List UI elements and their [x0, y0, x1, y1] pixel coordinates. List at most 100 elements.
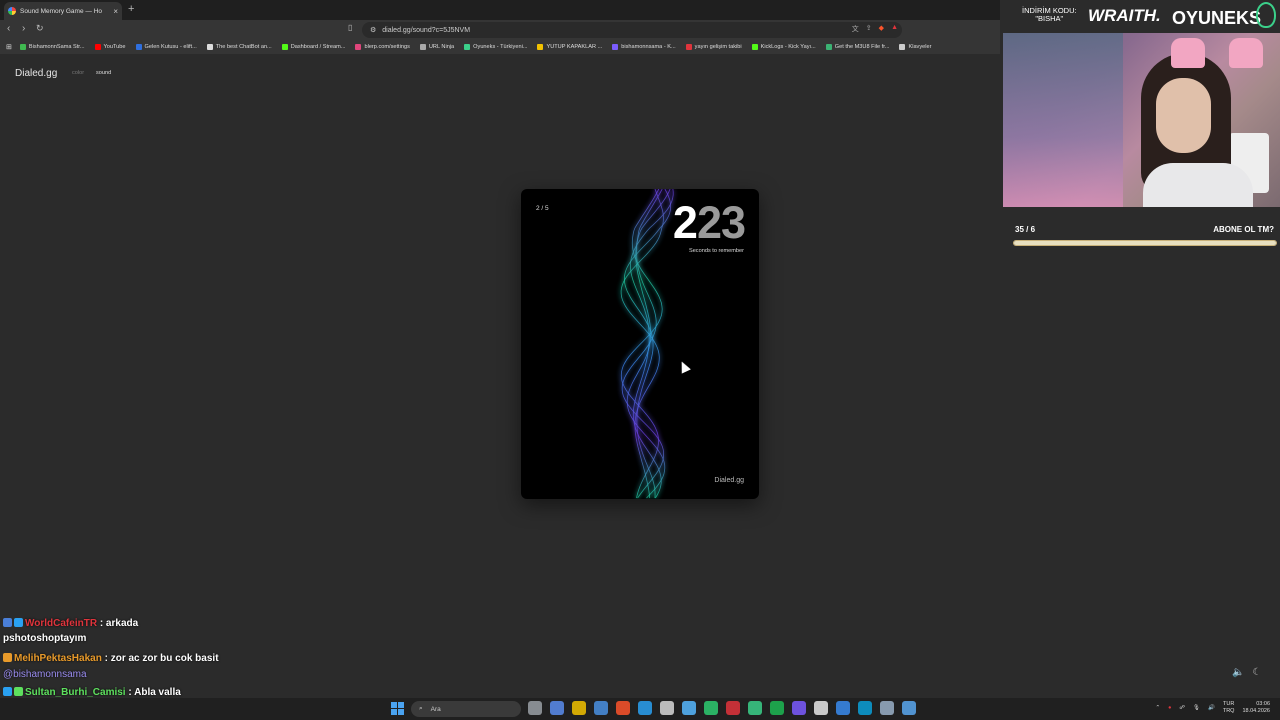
- taskbar-app-icon[interactable]: [550, 701, 564, 715]
- bookmark-item[interactable]: Gelen Kutusu - elift...: [135, 44, 197, 50]
- taskbar-app-icon[interactable]: [836, 701, 850, 715]
- new-tab-button[interactable]: +: [128, 3, 134, 15]
- network-icon[interactable]: ☍: [1179, 705, 1185, 711]
- taskbar-app-icon[interactable]: [858, 701, 872, 715]
- tray-app-icon[interactable]: ●: [1168, 705, 1171, 711]
- bookmark-item[interactable]: URL Ninja: [419, 44, 454, 50]
- chat-text: : arkada: [99, 618, 139, 629]
- apps-grid-icon[interactable]: ⊞: [6, 43, 12, 51]
- bookmark-item[interactable]: The best ChatBot an...: [206, 44, 272, 50]
- bookmark-item[interactable]: blerp.com/settings: [355, 44, 410, 50]
- start-windows-icon[interactable]: [391, 702, 404, 715]
- bookmark-favicon-icon: [537, 44, 544, 50]
- search-icon: ⌕: [419, 705, 423, 712]
- card-brand: Dialed.gg: [714, 477, 744, 484]
- taskbar-app-icon[interactable]: [638, 701, 652, 715]
- chat-message: WorldCafeinTR : arkada: [3, 618, 138, 629]
- goal-progress-fill: [1014, 241, 1276, 245]
- oyuneks-icon: [1256, 2, 1276, 28]
- bookmark-favicon-icon: [206, 44, 213, 50]
- taskbar-app-icon[interactable]: [572, 701, 586, 715]
- nav-link-color[interactable]: color: [72, 70, 84, 76]
- rewards-icon[interactable]: ▲: [891, 24, 898, 34]
- forward-arrow-icon[interactable]: ›: [22, 23, 25, 34]
- taskbar-app-icon[interactable]: [880, 701, 894, 715]
- mic-icon[interactable]: 🎙: [1193, 705, 1200, 711]
- taskbar-app-icon[interactable]: [902, 701, 916, 715]
- goal-text: ABONE OL TM?: [1213, 225, 1274, 234]
- taskbar-app-icon[interactable]: [814, 701, 828, 715]
- bookmark-item[interactable]: Oyuneks - Türkiyeni...: [464, 44, 527, 50]
- bookmark-label: Get the M3U8 File fr...: [834, 44, 890, 50]
- goal-count: 35 / 6: [1015, 225, 1036, 234]
- taskbar-app-icon[interactable]: [616, 701, 630, 715]
- bookmark-icon[interactable]: ▯: [348, 23, 352, 32]
- chat-username[interactable]: MelihPektasHakan: [14, 653, 102, 664]
- bookmark-label: KickLogs - Kick Yayı...: [760, 44, 816, 50]
- bookmark-favicon-icon: [612, 44, 619, 50]
- bookmark-label: Dashboard / Stream...: [290, 44, 346, 50]
- translate-icon[interactable]: 文: [852, 24, 859, 34]
- taskbar-app-icon[interactable]: [770, 701, 784, 715]
- taskbar-app-icon[interactable]: [748, 701, 762, 715]
- bookmark-item[interactable]: Klavyeler: [899, 44, 931, 50]
- bookmark-item[interactable]: YouTube: [94, 44, 126, 50]
- share-icon[interactable]: ⇪: [866, 24, 872, 34]
- bookmark-label: YUTUP KAPAKLAR ...: [546, 44, 603, 50]
- sponsor-oyuneks-logo: OYUNEKS: [1172, 8, 1262, 28]
- nav-link-sound[interactable]: sound: [96, 70, 111, 76]
- bookmark-item[interactable]: BishamonnSama Str...: [19, 44, 85, 50]
- bookmark-item[interactable]: YUTUP KAPAKLAR ...: [537, 44, 602, 50]
- promo-line-2: "BISHA": [1035, 13, 1064, 23]
- game-card[interactable]: 2 / 5 223 Seconds to remember Dialed.gg: [521, 189, 759, 499]
- bookmark-favicon-icon: [135, 44, 142, 50]
- taskbar-app-icon[interactable]: [682, 701, 696, 715]
- site-logo[interactable]: Dialed.gg: [15, 68, 57, 79]
- back-arrow-icon[interactable]: ‹: [7, 23, 10, 34]
- chat-badge-icon: [3, 618, 12, 627]
- chat-message: MelihPektasHakan : zor ac zor bu cok bas…: [3, 653, 219, 664]
- site-info-icon[interactable]: ⚙: [370, 26, 376, 34]
- taskbar-app-icon[interactable]: [792, 701, 806, 715]
- bookmark-item[interactable]: KickLogs - Kick Yayı...: [751, 44, 816, 50]
- speaker-icon[interactable]: 🔊: [1208, 705, 1215, 711]
- chat-badge-icon: [14, 618, 23, 627]
- browser-tab-bar: Sound Memory Game — Ho × +: [0, 0, 1000, 20]
- language-indicator[interactable]: TUR TRQ: [1223, 701, 1235, 714]
- reload-icon[interactable]: ↻: [36, 23, 44, 34]
- taskbar-app-icon[interactable]: [594, 701, 608, 715]
- chat-username[interactable]: Sultan_Burhi_Camisi: [25, 687, 126, 698]
- bookmark-item[interactable]: Get the M3U8 File fr...: [825, 44, 890, 50]
- browser-tab-active[interactable]: Sound Memory Game — Ho ×: [4, 2, 122, 20]
- timer-digit-dim: 23: [696, 197, 746, 248]
- bookmark-label: Gelen Kutusu - elift...: [144, 44, 197, 50]
- bookmark-label: yayın gelişim takibi: [694, 44, 742, 50]
- tray-chevron-icon[interactable]: ⌃: [1155, 705, 1160, 711]
- bookmark-label: bishamonnsama - K...: [621, 44, 676, 50]
- taskbar-app-icon[interactable]: [726, 701, 740, 715]
- bookmark-favicon-icon: [19, 44, 26, 50]
- bookmark-item[interactable]: bishamonnsama - K...: [612, 44, 676, 50]
- taskbar-app-icon[interactable]: [660, 701, 674, 715]
- bookmark-label: BishamonnSama Str...: [28, 44, 85, 50]
- brave-shield-icon[interactable]: ◆: [879, 24, 884, 34]
- bookmark-label: Oyuneks - Türkiyeni...: [473, 44, 528, 50]
- clock-time: 03:06: [1256, 701, 1270, 707]
- taskbar-app-icon[interactable]: [704, 701, 718, 715]
- bookmark-favicon-icon: [825, 44, 832, 50]
- tab-favicon-icon: [8, 7, 16, 15]
- taskbar-search[interactable]: ⌕ Ara: [411, 701, 521, 717]
- bookmark-favicon-icon: [899, 44, 906, 50]
- chat-username[interactable]: WorldCafeinTR: [25, 618, 97, 629]
- tab-close-icon[interactable]: ×: [113, 7, 118, 16]
- theme-toggle-icon[interactable]: ☾: [1252, 667, 1261, 678]
- bookmark-item[interactable]: Dashboard / Stream...: [281, 44, 346, 50]
- bookmark-favicon-icon: [419, 44, 426, 50]
- volume-icon[interactable]: 🔈: [1232, 667, 1244, 678]
- taskbar-app-icon[interactable]: [528, 701, 542, 715]
- bookmark-item[interactable]: yayın gelişim takibi: [685, 44, 742, 50]
- taskbar-clock[interactable]: 03:06 18.04.2026: [1242, 701, 1270, 714]
- cat-ear-headphone-icon: [1171, 38, 1205, 68]
- address-bar[interactable]: ⚙ dialed.gg/sound?c=5J5NVM: [362, 22, 902, 38]
- chat-message: pshotoshoptayım: [3, 633, 86, 644]
